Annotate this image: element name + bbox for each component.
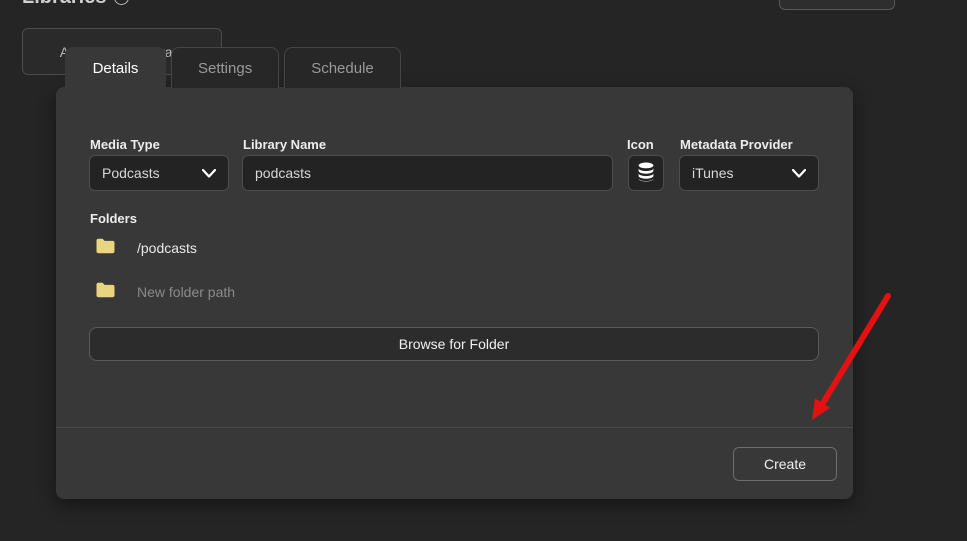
new-folder-row: [96, 281, 437, 303]
library-modal: Media Type Library Name Icon Metadata Pr…: [56, 87, 853, 499]
info-circle-icon[interactable]: [114, 0, 129, 5]
library-name-input[interactable]: [243, 156, 612, 190]
folder-icon: [96, 238, 115, 259]
folder-path: /podcasts: [137, 240, 197, 256]
new-folder-path-input[interactable]: [137, 284, 437, 300]
tab-schedule-label: Schedule: [311, 60, 374, 77]
tab-details-label: Details: [93, 60, 139, 77]
media-type-select[interactable]: Podcasts: [89, 155, 229, 191]
page-title-text: Libraries: [22, 0, 106, 9]
tab-settings[interactable]: Settings: [171, 47, 279, 88]
tab-schedule[interactable]: Schedule: [284, 47, 401, 88]
database-icon: [637, 162, 655, 185]
library-name-field-wrap: [242, 155, 613, 191]
screen: Libraries Add your first library Details…: [0, 0, 967, 541]
browse-for-folder-button[interactable]: Browse for Folder: [89, 327, 819, 361]
tab-settings-label: Settings: [198, 60, 252, 77]
metadata-provider-value: iTunes: [692, 165, 734, 181]
footer-divider: [56, 427, 853, 428]
icon-picker-button[interactable]: [628, 155, 664, 191]
folder-row: /podcasts: [96, 237, 197, 259]
media-type-label: Media Type: [90, 137, 160, 152]
topright-partial-button[interactable]: [779, 0, 895, 10]
modal-tab-bar: Details Settings Schedule: [65, 47, 401, 88]
icon-label: Icon: [627, 137, 654, 152]
chevron-down-icon: [792, 169, 806, 178]
media-type-value: Podcasts: [102, 165, 160, 181]
library-name-label: Library Name: [243, 137, 326, 152]
folder-icon: [96, 282, 115, 303]
create-button[interactable]: Create: [733, 447, 837, 481]
folders-label: Folders: [90, 211, 137, 226]
page-title: Libraries: [22, 0, 129, 9]
browse-for-folder-label: Browse for Folder: [399, 336, 509, 352]
create-button-label: Create: [764, 456, 806, 472]
metadata-provider-select[interactable]: iTunes: [679, 155, 819, 191]
tab-details[interactable]: Details: [65, 47, 166, 88]
chevron-down-icon: [202, 169, 216, 178]
metadata-provider-label: Metadata Provider: [680, 137, 793, 152]
